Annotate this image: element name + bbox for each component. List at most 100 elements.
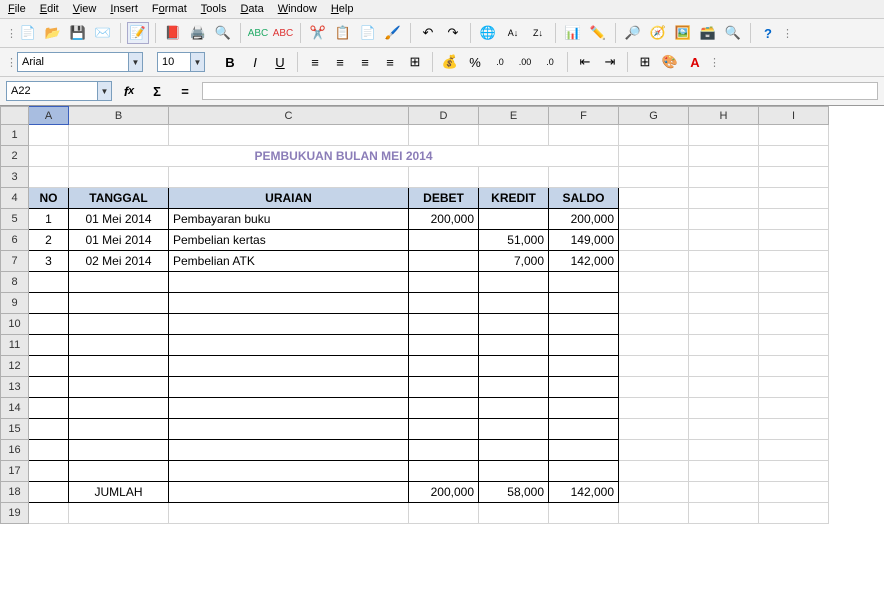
row-header[interactable]: 15 xyxy=(1,419,29,440)
cell[interactable] xyxy=(549,440,619,461)
sort-asc-icon[interactable]: A↓ xyxy=(502,22,524,44)
remove-decimal-icon[interactable]: .0 xyxy=(539,51,561,73)
fontcolor-icon[interactable]: A xyxy=(684,51,706,73)
header-uraian[interactable]: URAIAN xyxy=(169,188,409,209)
cell[interactable] xyxy=(409,419,479,440)
cell[interactable] xyxy=(69,398,169,419)
cell[interactable] xyxy=(409,356,479,377)
jumlah-debet[interactable]: 200,000 xyxy=(409,482,479,503)
col-header-d[interactable]: D xyxy=(409,107,479,125)
cell[interactable] xyxy=(169,356,409,377)
autospell-icon[interactable]: ABC xyxy=(272,22,294,44)
currency-icon[interactable]: 💰 xyxy=(439,51,461,73)
cell[interactable]: 1 xyxy=(29,209,69,230)
align-center-icon[interactable]: ≡ xyxy=(329,51,351,73)
cell[interactable] xyxy=(549,314,619,335)
cell[interactable]: 2 xyxy=(29,230,69,251)
cell[interactable] xyxy=(409,377,479,398)
cell[interactable] xyxy=(549,461,619,482)
cell[interactable] xyxy=(29,356,69,377)
col-header-g[interactable]: G xyxy=(619,107,689,125)
cell[interactable] xyxy=(169,377,409,398)
row-header[interactable]: 8 xyxy=(1,272,29,293)
cell[interactable] xyxy=(479,293,549,314)
font-size-input[interactable] xyxy=(158,56,190,68)
header-saldo[interactable]: SALDO xyxy=(549,188,619,209)
align-right-icon[interactable]: ≡ xyxy=(354,51,376,73)
number-format-icon[interactable]: .0 xyxy=(489,51,511,73)
cell[interactable]: 142,000 xyxy=(549,251,619,272)
cell[interactable] xyxy=(409,251,479,272)
cell[interactable] xyxy=(169,461,409,482)
add-decimal-icon[interactable]: .00 xyxy=(514,51,536,73)
formula-input[interactable] xyxy=(202,82,878,100)
cell[interactable] xyxy=(549,293,619,314)
cell[interactable] xyxy=(69,293,169,314)
cell[interactable] xyxy=(169,398,409,419)
menu-data[interactable]: Data xyxy=(240,3,263,15)
save-icon[interactable]: 💾 xyxy=(67,22,89,44)
cell[interactable] xyxy=(169,335,409,356)
menu-file[interactable]: File xyxy=(8,3,26,15)
cell[interactable] xyxy=(479,419,549,440)
cell[interactable] xyxy=(409,230,479,251)
toolbar-grip3[interactable]: ⋮ xyxy=(6,56,14,69)
row-header[interactable]: 10 xyxy=(1,314,29,335)
menu-tools[interactable]: Tools xyxy=(201,3,227,15)
redo-icon[interactable]: ↷ xyxy=(442,22,464,44)
cell[interactable] xyxy=(29,314,69,335)
cell[interactable] xyxy=(69,419,169,440)
cell[interactable]: Pembayaran buku xyxy=(169,209,409,230)
cell[interactable]: 7,000 xyxy=(479,251,549,272)
cell[interactable] xyxy=(29,419,69,440)
cell[interactable] xyxy=(409,314,479,335)
percent-icon[interactable]: % xyxy=(464,51,486,73)
menu-edit[interactable]: Edit xyxy=(40,3,59,15)
col-header-h[interactable]: H xyxy=(689,107,759,125)
col-header-f[interactable]: F xyxy=(549,107,619,125)
menu-format[interactable]: Format xyxy=(152,3,187,15)
header-no[interactable]: NO xyxy=(29,188,69,209)
col-header-e[interactable]: E xyxy=(479,107,549,125)
borders-icon[interactable]: ⊞ xyxy=(634,51,656,73)
row-header[interactable]: 13 xyxy=(1,377,29,398)
cell[interactable] xyxy=(29,335,69,356)
hyperlink-icon[interactable]: 🌐 xyxy=(477,22,499,44)
row-header[interactable]: 11 xyxy=(1,335,29,356)
row-header[interactable]: 14 xyxy=(1,398,29,419)
increase-indent-icon[interactable]: ⇥ xyxy=(599,51,621,73)
col-header-i[interactable]: I xyxy=(759,107,829,125)
cell[interactable] xyxy=(479,377,549,398)
spreadsheet-grid[interactable]: A B C D E F G H I 1 2 PEMBUKUAN BULAN ME… xyxy=(0,106,829,524)
cell[interactable]: 200,000 xyxy=(409,209,479,230)
cell[interactable]: 149,000 xyxy=(549,230,619,251)
paste-icon[interactable]: 📄 xyxy=(357,22,379,44)
bgcolor-icon[interactable]: 🎨 xyxy=(659,51,681,73)
cell[interactable]: 51,000 xyxy=(479,230,549,251)
row-header[interactable]: 2 xyxy=(1,146,29,167)
edit-doc-icon[interactable]: 📝 xyxy=(127,22,149,44)
sum-icon[interactable]: Σ xyxy=(146,80,168,102)
cell[interactable] xyxy=(479,314,549,335)
menu-view[interactable]: View xyxy=(73,3,97,15)
show-draw-icon[interactable]: ✏️ xyxy=(587,22,609,44)
row-header[interactable]: 6 xyxy=(1,230,29,251)
cell[interactable] xyxy=(169,419,409,440)
row-header[interactable]: 16 xyxy=(1,440,29,461)
cell[interactable] xyxy=(549,335,619,356)
cell[interactable] xyxy=(479,335,549,356)
cell[interactable] xyxy=(29,461,69,482)
row-header[interactable]: 18 xyxy=(1,482,29,503)
font-name-input[interactable] xyxy=(18,56,128,68)
export-pdf-icon[interactable]: 📕 xyxy=(162,22,184,44)
cell[interactable] xyxy=(479,209,549,230)
cut-icon[interactable]: ✂️ xyxy=(307,22,329,44)
cell-reference-input[interactable] xyxy=(7,85,97,97)
row-header[interactable]: 7 xyxy=(1,251,29,272)
cell[interactable] xyxy=(169,314,409,335)
find-icon[interactable]: 🔎 xyxy=(622,22,644,44)
italic-icon[interactable]: I xyxy=(244,51,266,73)
cell[interactable] xyxy=(549,419,619,440)
jumlah-saldo[interactable]: 142,000 xyxy=(549,482,619,503)
bold-icon[interactable]: B xyxy=(219,51,241,73)
